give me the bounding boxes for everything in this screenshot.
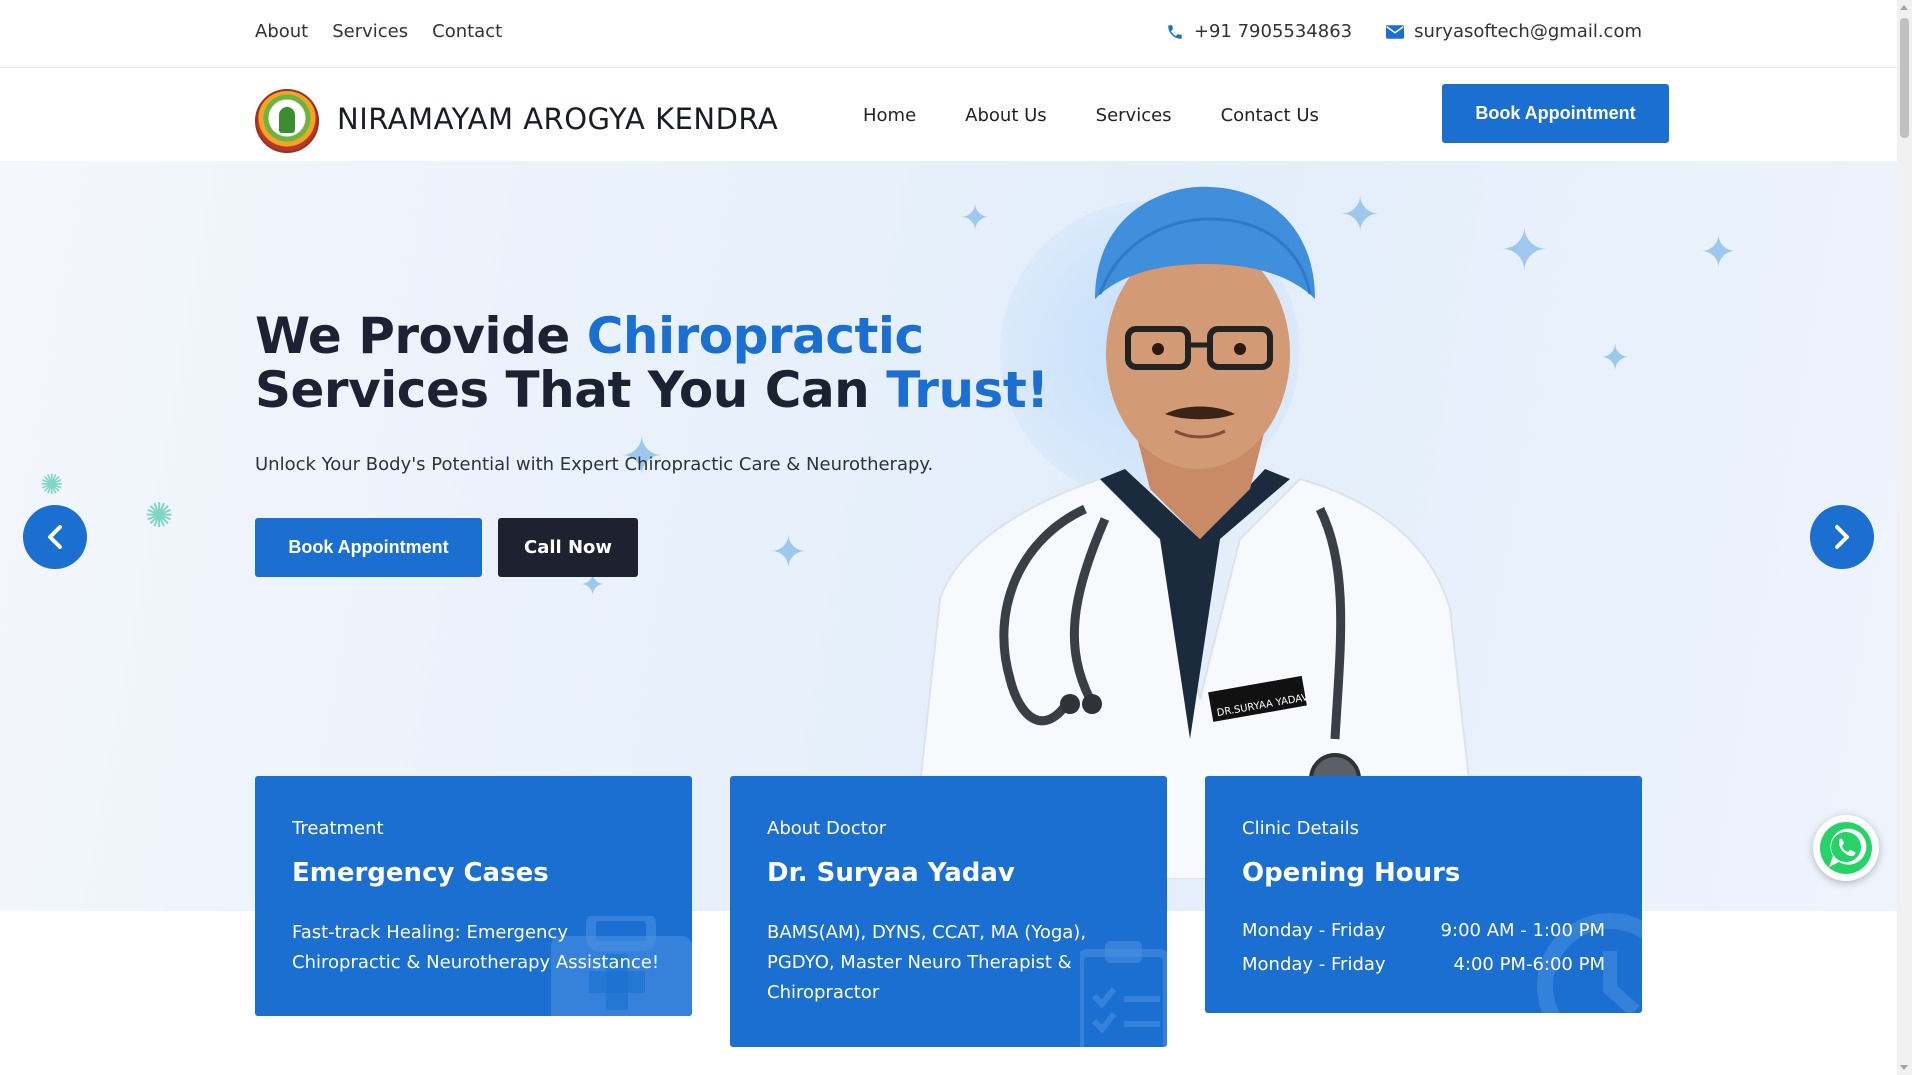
chevron-left-icon [48,525,62,549]
hours-row: Monday - Friday 9:00 AM - 1:00 PM [1242,914,1605,948]
page-scrollbar[interactable] [1897,0,1912,1075]
card-eyebrow: Clinic Details [1242,818,1359,839]
opening-hours-list: Monday - Friday 9:00 AM - 1:00 PM Monday… [1242,914,1605,982]
whatsapp-icon [1820,822,1872,874]
nav-book-appointment-button[interactable]: Book Appointment [1442,84,1669,143]
doctor-portrait: DR.SURYAA YADAV [908,186,1482,879]
hours-days: Monday - Friday [1242,920,1386,941]
email-address: suryasoftech@gmail.com [1414,21,1642,42]
slider-next-button[interactable] [1810,505,1874,569]
card-body: Fast-track Healing: Emergency Chiropract… [292,922,660,973]
top-contact: +91 7905534863 suryasoftech@gmail.com [1166,21,1642,42]
phone-icon [1166,23,1184,41]
sparkle-icon: ✦ [1700,227,1737,278]
card-clinic-details: Clinic Details Opening Hours Monday - Fr… [1205,776,1642,1013]
scroll-down-arrow-icon[interactable] [1900,1065,1908,1070]
top-link-contact[interactable]: Contact [432,21,502,42]
card-title: Emergency Cases [292,858,549,888]
slider-prev-button[interactable] [23,505,87,569]
sparkle-icon: ✦ [1600,338,1631,379]
top-bar: About Services Contact +91 7905534863 su… [0,0,1897,68]
hero-book-appointment-button[interactable]: Book Appointment [255,518,482,577]
card-treatment: Treatment Emergency Cases Fast-track Hea… [255,776,692,1016]
call-now-button[interactable]: Call Now [498,518,638,577]
card-title: Opening Hours [1242,858,1461,888]
nav-menu: Home About Us Services Contact Us [863,105,1319,126]
brand-name[interactable]: NIRAMAYAM AROGYA KENDRA [337,102,778,136]
hero-heading-part: Services That You Can [255,361,887,419]
hero-heading-part: We Provide [255,307,587,365]
card-eyebrow: Treatment [292,818,384,839]
nav-services[interactable]: Services [1096,105,1172,126]
hero-subtitle: Unlock Your Body's Potential with Expert… [255,454,934,475]
chevron-right-icon [1835,525,1849,549]
phone-contact[interactable]: +91 7905534863 [1166,21,1352,42]
main-navbar: NIRAMAYAM AROGYA KENDRA Home About Us Se… [0,69,1897,161]
scrollbar-thumb[interactable] [1900,18,1909,138]
hours-days: Monday - Friday [1242,954,1386,975]
sparkle-icon: ✦ [770,527,807,578]
card-eyebrow: About Doctor [767,818,887,839]
card-title: Dr. Suryaa Yadav [767,858,1015,888]
sparkle-icon: ✺ [40,468,64,501]
top-link-services[interactable]: Services [332,21,408,42]
nav-contact-us[interactable]: Contact Us [1221,105,1319,126]
envelope-icon [1386,24,1405,39]
scroll-up-arrow-icon[interactable] [1900,5,1908,10]
hours-row: Monday - Friday 4:00 PM-6:00 PM [1242,948,1605,982]
clinic-logo[interactable] [255,89,319,153]
email-contact[interactable]: suryasoftech@gmail.com [1386,21,1642,42]
nav-home[interactable]: Home [863,105,916,126]
nav-about-us[interactable]: About Us [965,105,1047,126]
hours-time: 4:00 PM-6:00 PM [1453,954,1605,975]
card-about-doctor: About Doctor Dr. Suryaa Yadav BAMS(AM), … [730,776,1167,1047]
top-link-about[interactable]: About [255,21,308,42]
phone-number: +91 7905534863 [1193,21,1353,42]
whatsapp-button[interactable] [1813,815,1879,881]
hours-time: 9:00 AM - 1:00 PM [1440,920,1605,941]
sparkle-icon: ✺ [145,496,174,536]
card-body: BAMS(AM), DYNS, CCAT, MA (Yoga), PGDYO, … [767,922,1087,1003]
top-links: About Services Contact [255,21,502,42]
